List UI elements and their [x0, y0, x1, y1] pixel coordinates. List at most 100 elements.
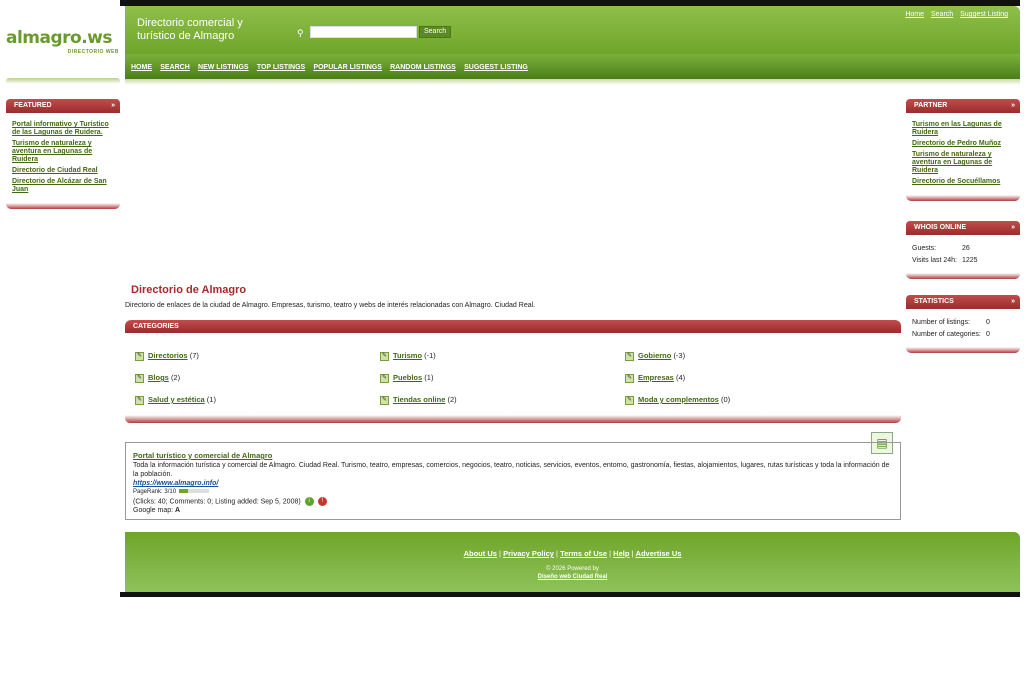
nav-popular-listings[interactable]: POPULAR LISTINGS: [313, 64, 381, 71]
partner-link[interactable]: Turismo en las Lagunas de Ruidera: [912, 121, 1014, 137]
statistics-header: STATISTICS »: [906, 295, 1020, 309]
category-link[interactable]: Tiendas online: [393, 395, 445, 405]
category-item: ✎ Gobierno (-3): [625, 351, 870, 361]
partner-box: PARTNER » Turismo en las Lagunas de Ruide…: [906, 99, 1020, 201]
category-count: (2): [447, 395, 457, 404]
featured-link[interactable]: Turismo de naturaleza y aventura en Lagu…: [12, 140, 114, 164]
categories-header: CATEGORIES: [125, 320, 901, 333]
category-link[interactable]: Gobierno: [638, 351, 671, 361]
partner-link[interactable]: Directorio de Socuéllamos: [912, 178, 1014, 186]
categories-box: CATEGORIES ✎ Directorios (7) ✎ Turismo (-1…: [125, 320, 901, 423]
category-item: ✎ Empresas (4): [625, 373, 870, 383]
listing-item: Portal turístico y comercial de Almagro …: [125, 442, 901, 520]
nav-new-listings[interactable]: NEW LISTINGS: [198, 64, 249, 71]
listings-value: 0: [986, 319, 990, 326]
footer-help[interactable]: Help: [613, 549, 629, 558]
footer-powered: © 2026 Powered by Diseño web Ciudad Real: [125, 565, 1020, 581]
header: Directorio comercial y turístico de Alma…: [125, 6, 1020, 54]
category-link[interactable]: Blogs: [148, 373, 169, 383]
search-icon: ⚲: [297, 28, 304, 38]
collapse-icon[interactable]: »: [1011, 99, 1015, 113]
whois-title: WHOIS ONLINE: [914, 224, 967, 231]
report-icon[interactable]: !: [317, 497, 327, 506]
info-icon[interactable]: i: [304, 497, 314, 506]
category-count: (1): [424, 373, 434, 382]
partner-link[interactable]: Turismo de naturaleza y aventura en Lagu…: [912, 151, 1014, 175]
collapse-icon[interactable]: »: [111, 99, 115, 113]
categories-label: Number of categories:: [912, 331, 981, 338]
featured-box: FEATURED » Portal informativo y Turístico…: [6, 99, 120, 209]
nav-suggest-listing[interactable]: SUGGEST LISTING: [464, 64, 528, 71]
category-count: (4): [675, 373, 686, 382]
collapse-icon[interactable]: »: [1011, 221, 1015, 235]
toplink-search[interactable]: Search: [931, 11, 953, 18]
visits-label: Visits last 24h:: [912, 257, 958, 264]
featured-title: FEATURED: [14, 102, 52, 109]
category-link[interactable]: Salud y estética: [148, 395, 205, 405]
partner-header: PARTNER »: [906, 99, 1020, 113]
nav-top-listings[interactable]: TOP LISTINGS: [257, 64, 305, 71]
search-button[interactable]: Search: [419, 26, 452, 38]
statistics-title: STATISTICS: [914, 298, 954, 305]
main-nav: HOME SEARCH NEW LISTINGS TOP LISTINGS PO…: [125, 54, 1020, 79]
page-description: Directorio de enlaces de la ciudad de Al…: [125, 302, 536, 309]
page-title: Directorio de Almagro: [131, 284, 247, 296]
category-item: ✎ Blogs (2): [135, 373, 380, 383]
category-count: (2): [170, 373, 181, 382]
statistics-box: STATISTICS » Number of listings: 0 Number …: [906, 295, 1020, 353]
toplink-suggest[interactable]: Suggest Listing: [960, 11, 1008, 18]
category-count: (7): [189, 351, 199, 360]
folder-icon: ✎: [135, 395, 144, 405]
box-footer: [125, 415, 901, 423]
whois-box: WHOIS ONLINE » Guests: 26 Visits last 24h:…: [906, 221, 1020, 279]
site-logo[interactable]: almagro.ws DIRECTORIO WEB: [6, 28, 121, 58]
category-link[interactable]: Turismo: [393, 351, 422, 361]
folder-icon: ✎: [380, 395, 389, 405]
map-value[interactable]: A: [175, 507, 180, 514]
listing-url[interactable]: https://www.almagro.info/: [133, 480, 218, 487]
map-label: Google map:: [133, 507, 174, 515]
footer-privacy[interactable]: Privacy Policy: [503, 549, 554, 558]
categories-value: 0: [986, 331, 990, 338]
logo-shadow: [6, 78, 120, 84]
pagerank-text: PageRank: 3/10: [133, 489, 177, 495]
box-footer: [906, 347, 1020, 353]
category-item: ✎ Directorios (7): [135, 351, 380, 361]
category-count: (-1): [424, 351, 436, 360]
folder-icon: ✎: [135, 351, 144, 361]
logo-text: almagro.ws: [6, 28, 113, 48]
featured-link[interactable]: Directorio de Alcázar de San Juan: [12, 178, 114, 194]
category-link[interactable]: Moda y complementos: [638, 395, 719, 405]
search-input[interactable]: [310, 26, 417, 38]
guests-value: 26: [962, 245, 970, 252]
logo-subtitle: DIRECTORIO WEB: [67, 49, 119, 55]
pagerank-fill: [179, 489, 189, 494]
nav-search[interactable]: SEARCH: [160, 64, 190, 71]
nav-home[interactable]: HOME: [131, 64, 152, 71]
category-link[interactable]: Directorios: [148, 351, 188, 361]
folder-icon: ✎: [625, 351, 634, 361]
collapse-icon[interactable]: »: [1011, 295, 1015, 309]
category-item: ✎ Salud y estética (1): [135, 395, 380, 405]
category-item: ✎ Moda y complementos (0): [625, 395, 870, 405]
footer-links: About Us | Privacy Policy | Terms of Use…: [463, 549, 682, 558]
listing-title[interactable]: Portal turístico y comercial de Almagro: [133, 451, 272, 460]
toplink-home[interactable]: Home: [905, 11, 924, 18]
footer-advertise[interactable]: Advertise Us: [636, 549, 682, 558]
nav-random-listings[interactable]: RANDOM LISTINGS: [390, 64, 456, 71]
category-item: ✎ Turismo (-1): [380, 351, 625, 361]
category-count: (0): [720, 395, 731, 404]
category-link[interactable]: Pueblos: [393, 373, 422, 383]
listing-description: Toda la información turística y comercia…: [133, 462, 890, 478]
featured-link[interactable]: Portal informativo y Turístico de las La…: [12, 121, 114, 137]
category-link[interactable]: Empresas: [638, 373, 674, 383]
powered-link[interactable]: Diseño web Ciudad Real: [538, 574, 608, 580]
partner-link[interactable]: Directorio de Pedro Muñoz: [912, 140, 1014, 148]
footer-about[interactable]: About Us: [464, 549, 497, 558]
box-footer: [6, 203, 120, 209]
pagerank-bar: [179, 489, 210, 494]
footer-terms[interactable]: Terms of Use: [560, 549, 607, 558]
powered-text: © 2026 Powered by: [546, 566, 599, 572]
featured-link[interactable]: Directorio de Ciudad Real: [12, 167, 114, 175]
bottom-border: [120, 592, 1020, 597]
